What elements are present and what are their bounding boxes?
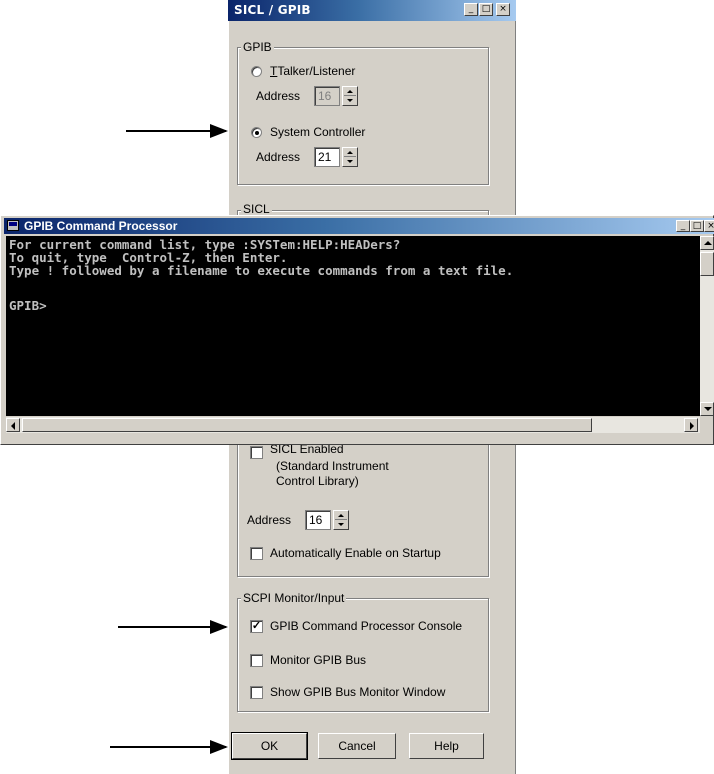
help-button[interactable]: Help (409, 733, 484, 759)
show-window-label[interactable]: Show GPIB Bus Monitor Window (270, 685, 445, 699)
system-controller-radio[interactable] (251, 127, 262, 138)
close-icon[interactable]: × (496, 3, 510, 16)
console-prompt: GPIB> (9, 298, 47, 313)
minimize-icon[interactable]: _ (464, 3, 478, 16)
sicl-address-label: Address (247, 513, 292, 527)
monitor-bus-label[interactable]: Monitor GPIB Bus (270, 653, 366, 667)
controller-address-label: Address (256, 150, 301, 164)
sicl-address-stepper[interactable] (333, 510, 349, 530)
auto-enable-checkbox[interactable] (250, 547, 263, 560)
cancel-button[interactable]: Cancel (318, 733, 396, 759)
console-titlebar[interactable]: GPIB Command Processor _ □ × (4, 218, 714, 234)
show-window-checkbox[interactable] (250, 686, 263, 699)
console-title: GPIB Command Processor (24, 219, 178, 233)
monitor-bus-checkbox[interactable] (250, 654, 263, 667)
console-close-icon[interactable]: × (704, 220, 714, 232)
dialog-titlebar[interactable]: SICL / GPIB _ □ × (228, 0, 516, 21)
talker-listener-radio[interactable] (251, 66, 262, 77)
ok-button[interactable]: OK (231, 732, 308, 760)
talker-address-field: 16 (314, 86, 340, 106)
console-horizontal-scrollbar[interactable] (6, 417, 700, 433)
talker-listener-text: Talker/Listener (277, 64, 356, 78)
console-line: Type ! followed by a filename to execute… (9, 263, 514, 278)
talker-address-stepper (342, 86, 358, 106)
arrow-to-console-checkbox (118, 620, 228, 634)
sicl-address-field[interactable]: 16 (305, 510, 331, 530)
controller-address-stepper[interactable] (342, 147, 358, 167)
arrow-to-ok-button (110, 740, 228, 754)
console-minimize-icon[interactable]: _ (676, 220, 690, 232)
gpib-group-label: GPIB (241, 40, 274, 54)
sicl-desc-line1: (Standard Instrument (276, 459, 389, 473)
auto-enable-label[interactable]: Automatically Enable on Startup (270, 546, 441, 560)
sicl-desc-line2: Control Library) (276, 474, 359, 488)
maximize-icon[interactable]: □ (479, 3, 493, 16)
scpi-group-label: SCPI Monitor/Input (241, 591, 347, 605)
sicl-group-label: SICL (241, 202, 272, 216)
console-checkbox[interactable]: ✓ (250, 620, 263, 633)
system-controller-label[interactable]: System Controller (270, 125, 365, 139)
console-vertical-scrollbar[interactable] (700, 236, 714, 416)
console-output[interactable]: For current command list, type :SYSTem:H… (6, 236, 700, 416)
console-maximize-icon[interactable]: □ (690, 220, 704, 232)
talker-address-label: Address (256, 89, 301, 103)
talker-listener-label[interactable]: TTalker/Listener (270, 64, 355, 78)
dialog-title: SICL / GPIB (234, 3, 311, 17)
controller-address-field[interactable]: 21 (314, 147, 340, 167)
scroll-down-icon[interactable] (700, 402, 714, 416)
vertical-scroll-thumb[interactable] (700, 252, 714, 276)
arrow-to-system-controller (126, 124, 228, 138)
sicl-enabled-checkbox[interactable] (250, 446, 263, 459)
scroll-left-icon[interactable] (6, 418, 20, 432)
console-label[interactable]: GPIB Command Processor Console (270, 619, 462, 633)
console-app-icon (7, 220, 19, 231)
scroll-right-icon[interactable] (684, 418, 698, 432)
horizontal-scroll-thumb[interactable] (22, 418, 592, 432)
scroll-up-icon[interactable] (700, 236, 714, 250)
